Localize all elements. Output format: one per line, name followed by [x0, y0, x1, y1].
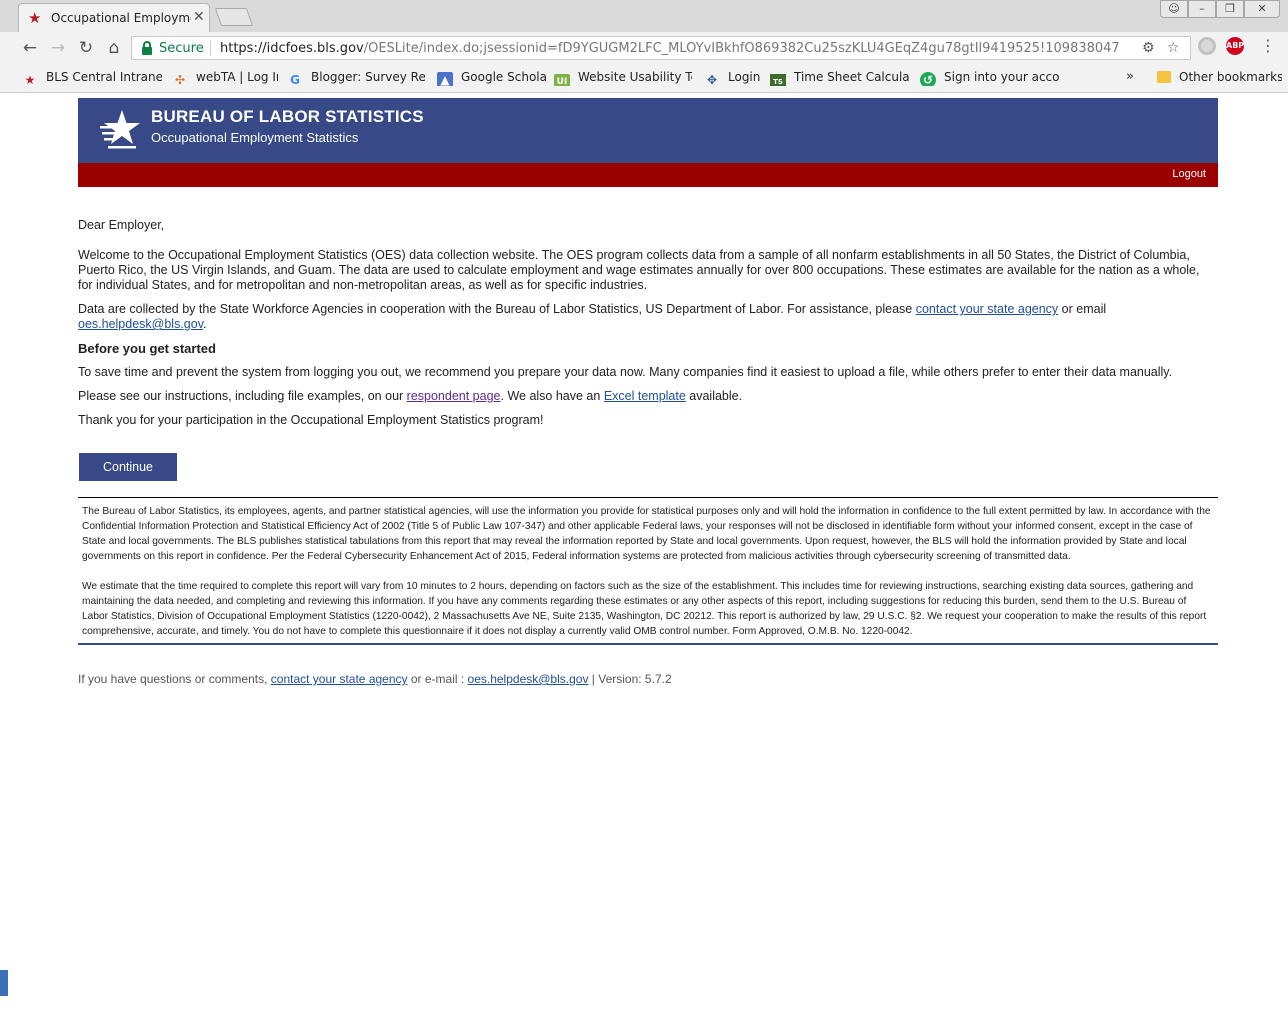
greeting: Dear Employer, — [78, 218, 165, 232]
chrome-menu-icon[interactable]: ⋮ — [1260, 37, 1276, 55]
tab-title: Occupational Employmen — [51, 11, 191, 25]
footer-text: If you have questions or comments, — [78, 672, 271, 686]
instructions-text: available. — [685, 389, 743, 403]
bookmark-label: BLS Central Intranet H — [46, 70, 162, 84]
assistance-text: or email — [1058, 302, 1107, 316]
browser-toolbar: ← → ↻ ⌂ Secure https://idcfoes.bls.gov/O… — [0, 32, 1288, 63]
excel-template-link[interactable]: Excel template — [604, 389, 686, 403]
intro-paragraph: Welcome to the Occupational Employment S… — [78, 248, 1200, 292]
assistance-text: Data are collected by the State Workforc… — [78, 302, 916, 316]
bookmark-login[interactable]: ✥ Login — [704, 70, 764, 86]
login-grid-icon: ✥ — [706, 73, 718, 86]
bookmark-label: Login — [728, 70, 761, 84]
page-footer: If you have questions or comments, conta… — [78, 672, 1218, 686]
respondent-page-link[interactable]: respondent page — [407, 389, 501, 403]
bookmark-bls-intranet[interactable]: ★ BLS Central Intranet H — [22, 70, 162, 86]
footer-contact-link[interactable]: contact your state agency — [271, 672, 408, 686]
bookmark-other-folder[interactable]: Other bookmarks — [1157, 70, 1282, 86]
user-profile-icon[interactable]: ☺ — [1160, 0, 1188, 18]
bookmarks-bar: ★BLS Central Intranet H ✣webTA | Log In … — [0, 63, 1288, 93]
ui-icon: UI — [554, 74, 570, 86]
bookmark-label: Website Usability Tes — [578, 70, 692, 84]
bookmark-label: Time Sheet Calculato — [794, 70, 910, 84]
folder-icon — [1157, 71, 1171, 83]
bookmark-google-scholar[interactable]: ▲ Google Scholar — [437, 70, 547, 86]
cookie-blocked-icon[interactable]: ⚙ — [1142, 40, 1155, 56]
bookmark-label: Other bookmarks — [1179, 70, 1282, 84]
window-close-icon[interactable]: ✕ — [1244, 0, 1280, 18]
bls-star-icon: ★ — [24, 73, 36, 86]
agency-name: BUREAU OF LABOR STATISTICS — [151, 107, 424, 126]
reload-icon[interactable]: ↻ — [75, 37, 97, 59]
webta-icon: ✣ — [174, 73, 186, 86]
logout-link[interactable]: Logout — [1172, 168, 1206, 180]
forward-arrow-icon[interactable]: → — [47, 37, 69, 59]
helpdesk-email-link[interactable]: oes.helpdesk@bls.gov — [78, 317, 203, 331]
bookmark-blogger[interactable]: G Blogger: Survey Rese — [287, 70, 425, 86]
browser-titlebar: ★ Occupational Employmen ✕ ☺ – ❐ ✕ — [0, 0, 1288, 32]
bookmarks-overflow-chevron[interactable]: » — [1126, 69, 1134, 84]
instructions-text: Please see our instructions, including f… — [78, 389, 407, 403]
site-header: BUREAU OF LABOR STATISTICS Occupational … — [78, 98, 1218, 163]
google-g-icon: G — [290, 73, 300, 86]
footer-text: or e-mail : — [407, 672, 468, 686]
program-name: Occupational Employment Statistics — [151, 130, 359, 145]
lock-icon — [142, 41, 152, 55]
bls-star-icon: ★ — [28, 9, 42, 27]
bookmark-timesheet[interactable]: TS Time Sheet Calculato — [770, 70, 910, 86]
legal-disclaimer: The Bureau of Labor Statistics, its empl… — [78, 497, 1218, 645]
address-separator — [210, 41, 211, 56]
extension-icon[interactable] — [1198, 37, 1216, 55]
bookmark-label: webTA | Log In — [196, 70, 278, 84]
address-bar[interactable]: Secure https://idcfoes.bls.gov/OESLite/i… — [131, 36, 1191, 60]
thank-you-paragraph: Thank you for your participation in the … — [78, 413, 544, 427]
taskbar-edge — [0, 970, 8, 996]
prepare-paragraph: To save time and prevent the system from… — [78, 365, 1173, 379]
bookmark-webta[interactable]: ✣ webTA | Log In — [172, 70, 278, 86]
new-tab-button[interactable] — [214, 8, 254, 26]
site-nav-bar: Logout — [78, 163, 1218, 187]
bls-logo-icon — [100, 110, 140, 149]
version-text: | Version: 5.7.2 — [588, 672, 672, 686]
bookmark-sign-in[interactable]: ↺ Sign into your accour — [920, 70, 1060, 86]
scholar-icon: ▲ — [437, 72, 453, 86]
bookmark-label: Blogger: Survey Rese — [311, 70, 425, 84]
bookmark-label: Google Scholar — [461, 70, 547, 84]
home-icon[interactable]: ⌂ — [103, 37, 125, 59]
restore-icon[interactable]: ❐ — [1216, 0, 1244, 18]
confidentiality-statement: The Bureau of Labor Statistics, its empl… — [82, 506, 1211, 562]
url-text: https://idcfoes.bls.gov/OESLite/index.do… — [220, 41, 1120, 56]
bookmark-usability[interactable]: UI Website Usability Tes — [554, 70, 692, 86]
instructions-paragraph: Please see our instructions, including f… — [78, 389, 1203, 404]
refresh-circle-icon: ↺ — [920, 72, 936, 86]
back-arrow-icon[interactable]: ← — [19, 37, 41, 59]
footer-email-link[interactable]: oes.helpdesk@bls.gov — [468, 672, 589, 686]
burden-statement: We estimate that the time required to co… — [82, 581, 1207, 637]
url-host: https://idcfoes.bls.gov — [220, 41, 364, 56]
secure-label: Secure — [159, 41, 204, 56]
url-path: /OESLite/index.do;jsessionid=fD9YGUGM2LF… — [363, 41, 1120, 56]
assistance-text: . — [203, 317, 207, 331]
continue-button[interactable]: Continue — [79, 453, 177, 481]
timesheet-icon: TS — [770, 74, 786, 86]
instructions-text: . We also have an — [500, 389, 604, 403]
assistance-paragraph: Data are collected by the State Workforc… — [78, 302, 1203, 332]
bookmark-star-icon[interactable]: ☆ — [1167, 40, 1180, 56]
adblock-plus-icon[interactable]: ABP — [1226, 37, 1244, 55]
browser-tab[interactable]: ★ Occupational Employmen ✕ — [18, 3, 210, 32]
minimize-icon[interactable]: – — [1188, 0, 1216, 18]
main-content: Dear Employer, Welcome to the Occupation… — [78, 218, 1203, 437]
tab-close-icon[interactable]: ✕ — [193, 9, 205, 25]
bookmark-label: Sign into your accour — [944, 70, 1060, 84]
contact-state-agency-link[interactable]: contact your state agency — [916, 302, 1058, 316]
section-heading: Before you get started — [78, 341, 216, 356]
